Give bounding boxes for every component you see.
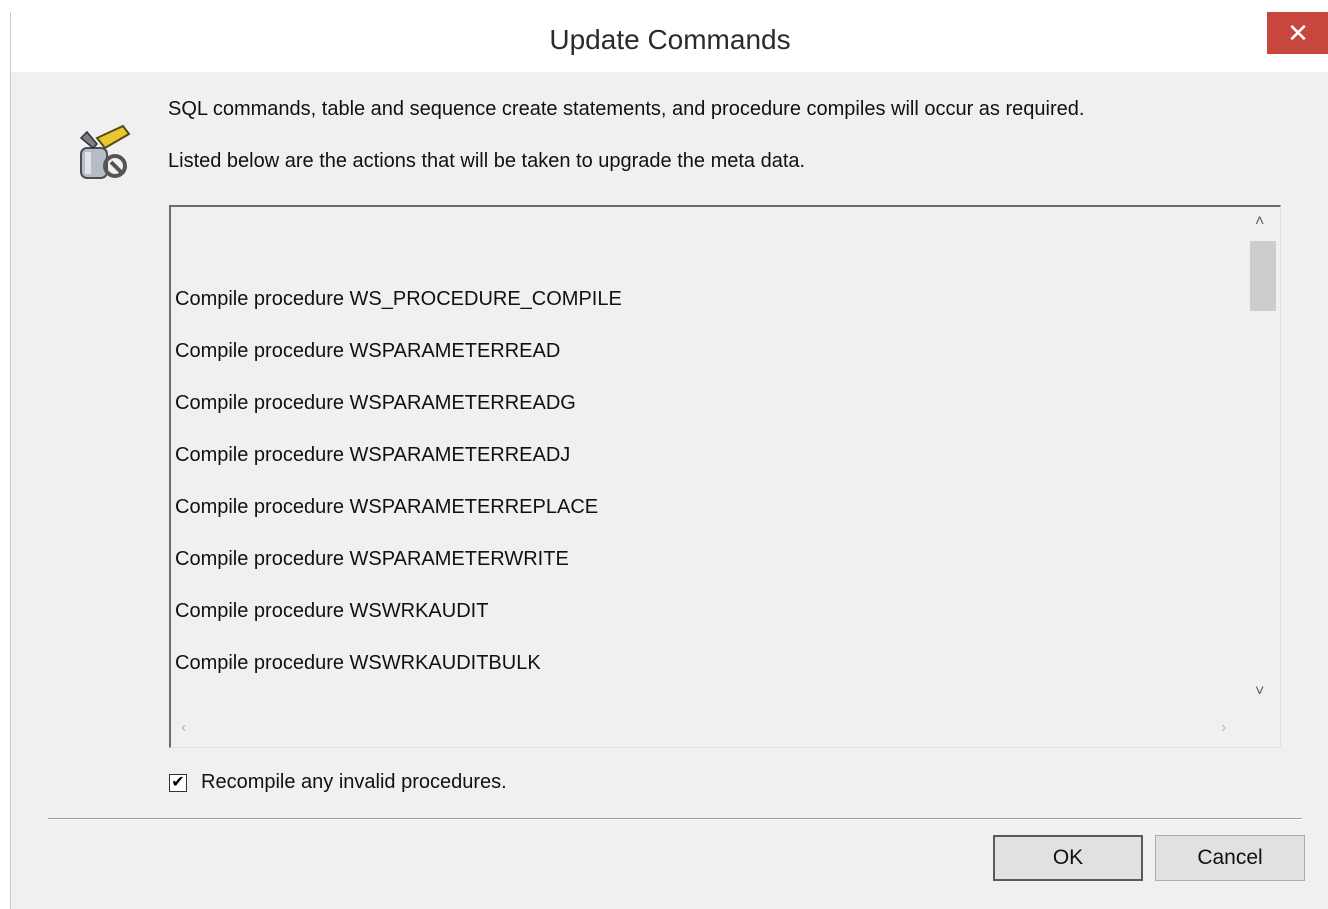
- list-item[interactable]: Compile procedure WSWRKAUDIT: [175, 599, 622, 651]
- scroll-down-arrow-icon[interactable]: ˅: [1255, 683, 1264, 701]
- info-message-line-1: SQL commands, table and sequence create …: [168, 98, 1085, 120]
- list-item[interactable]: Compile procedure WSWRKAUDITBULK: [175, 651, 622, 703]
- close-button[interactable]: ✕: [1267, 12, 1328, 54]
- scroll-up-arrow-icon[interactable]: ˄: [1255, 213, 1264, 231]
- checkmark-icon: ✔: [171, 773, 185, 791]
- ok-button[interactable]: OK: [993, 835, 1143, 881]
- scrollbar-corner: [1246, 713, 1280, 747]
- cancel-button[interactable]: Cancel: [1155, 835, 1305, 881]
- list-item[interactable]: Compile procedure WSPARAMETERREADJ: [175, 443, 622, 495]
- actions-list: Compile procedure WS_PROCEDURE_COMPILE C…: [175, 287, 622, 703]
- horizontal-scrollbar[interactable]: ‹ ›: [171, 713, 1247, 747]
- list-item[interactable]: Compile procedure WSPARAMETERWRITE: [175, 547, 622, 599]
- recompile-label[interactable]: Recompile any invalid procedures.: [201, 771, 507, 794]
- list-item[interactable]: Compile procedure WSPARAMETERREAD: [175, 339, 622, 391]
- scroll-left-arrow-icon[interactable]: ‹: [181, 719, 186, 737]
- list-item[interactable]: Compile procedure WSPARAMETERREPLACE: [175, 495, 622, 547]
- scroll-right-arrow-icon[interactable]: ›: [1221, 719, 1226, 737]
- recompile-option[interactable]: ✔ Recompile any invalid procedures.: [169, 771, 507, 794]
- vertical-scrollbar[interactable]: ˄ ˅: [1246, 207, 1280, 713]
- update-commands-dialog: Update Commands ✕ SQL commands, table an…: [10, 12, 1328, 909]
- recompile-checkbox[interactable]: ✔: [169, 773, 187, 792]
- actions-listbox[interactable]: Compile procedure WS_PROCEDURE_COMPILE C…: [169, 205, 1281, 748]
- tools-icon: [79, 124, 131, 179]
- vertical-scroll-thumb[interactable]: [1250, 241, 1276, 311]
- close-icon: ✕: [1287, 17, 1309, 48]
- info-message-line-2: Listed below are the actions that will b…: [168, 150, 806, 172]
- title-bar[interactable]: Update Commands ✕: [11, 12, 1328, 72]
- list-item[interactable]: Compile procedure WSPARAMETERREADG: [175, 391, 622, 443]
- separator: [48, 818, 1302, 820]
- dialog-title: Update Commands: [549, 24, 791, 55]
- list-item[interactable]: Compile procedure WS_PROCEDURE_COMPILE: [175, 287, 622, 339]
